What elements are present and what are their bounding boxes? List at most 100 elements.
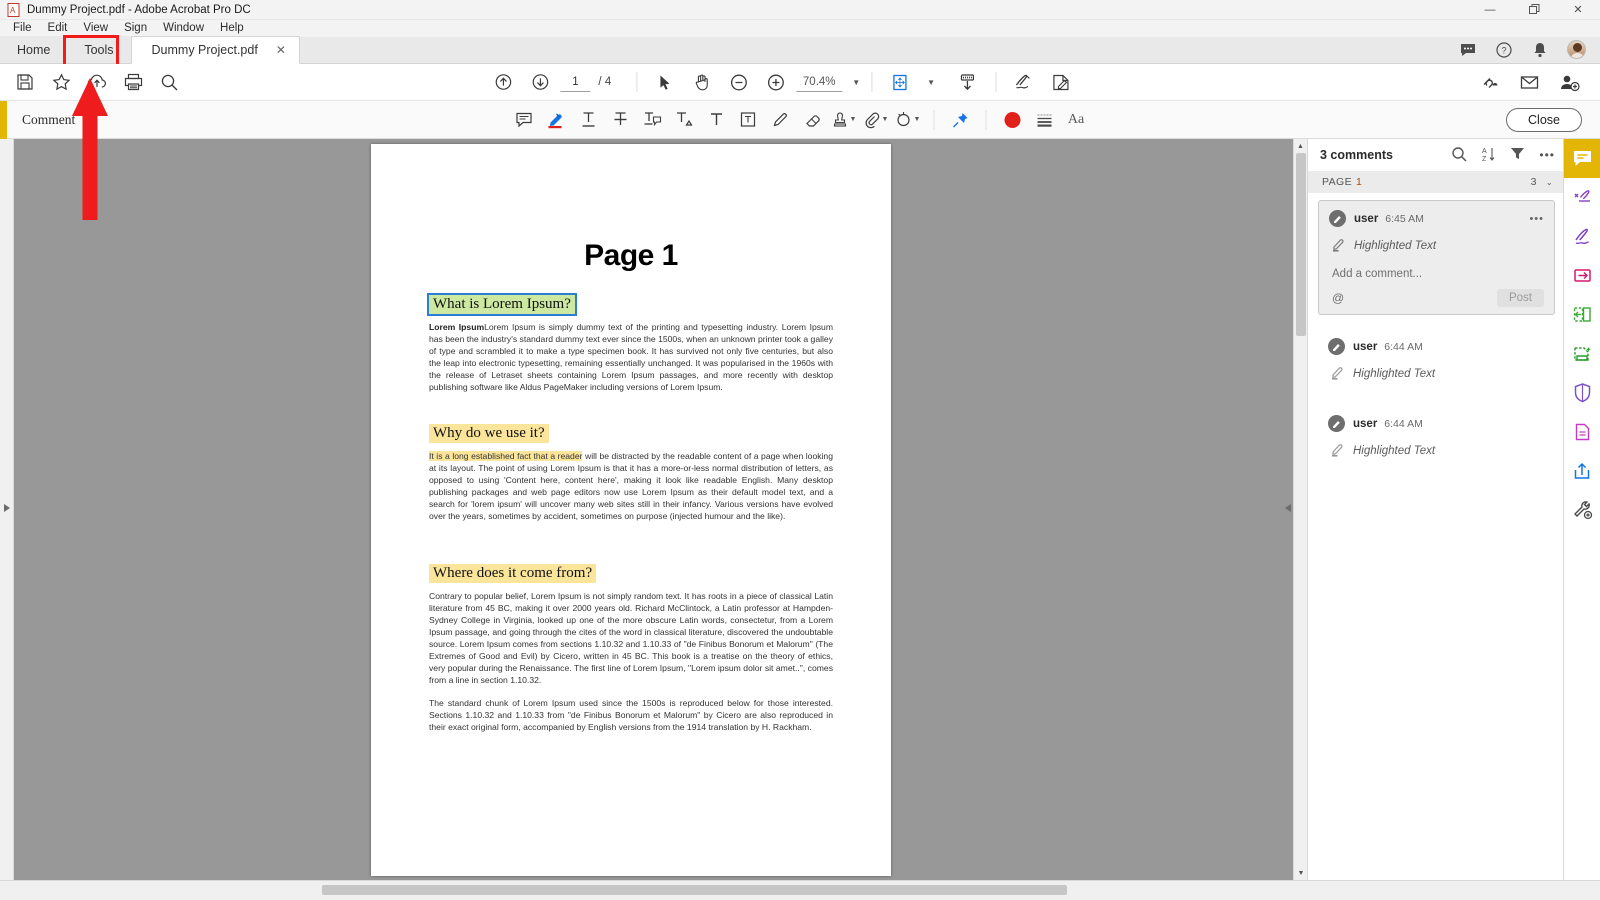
email-icon[interactable]: [1512, 67, 1546, 97]
comment-card[interactable]: user 6:44 AM Highlighted Text: [1318, 406, 1555, 467]
add-comment-input[interactable]: Add a comment...: [1329, 268, 1544, 280]
sidebar-item-create-pdf[interactable]: [1564, 334, 1600, 373]
sidebar-item-share-file[interactable]: [1564, 451, 1600, 490]
sort-az-icon[interactable]: AZ: [1481, 146, 1496, 165]
comment-card[interactable]: user 6:44 AM Highlighted Text: [1318, 329, 1555, 390]
highlighted-lead-text[interactable]: It is a long established fact that a rea…: [429, 450, 583, 461]
sidebar-item-protect[interactable]: [1564, 373, 1600, 412]
restore-button[interactable]: [1512, 0, 1556, 20]
cloud-upload-icon[interactable]: [80, 67, 114, 97]
expand-right-pane-icon[interactable]: [1285, 504, 1291, 512]
sign-icon[interactable]: [1007, 67, 1041, 97]
add-person-icon[interactable]: [1552, 67, 1586, 97]
sticky-note-icon[interactable]: [510, 106, 539, 134]
chat-icon[interactable]: [1459, 41, 1477, 59]
attach-caret[interactable]: ▼: [882, 116, 889, 123]
close-window-button[interactable]: ✕: [1556, 0, 1600, 20]
print-icon[interactable]: [116, 67, 150, 97]
document-vertical-scrollbar[interactable]: ▲ ▼: [1293, 139, 1307, 880]
draw-freehand-icon[interactable]: [766, 106, 795, 134]
comments-page-group-row[interactable]: PAGE 1 3 ⌄: [1308, 171, 1563, 193]
hand-tool-icon[interactable]: [685, 67, 719, 97]
previous-page-icon[interactable]: [486, 67, 520, 97]
close-comment-button[interactable]: Close: [1506, 107, 1582, 132]
comment-more-options-icon[interactable]: •••: [1529, 213, 1544, 225]
search-icon[interactable]: [152, 67, 186, 97]
pin-icon[interactable]: [946, 106, 975, 134]
zoom-level-input[interactable]: 70.4%: [796, 73, 843, 92]
minimize-button[interactable]: —: [1468, 0, 1512, 20]
avatar[interactable]: [1567, 40, 1586, 59]
select-tool-icon[interactable]: [648, 67, 682, 97]
heading-where-does-it-come-from[interactable]: Where does it come from?: [429, 563, 597, 583]
fit-page-dropdown-caret[interactable]: ▼: [927, 78, 935, 87]
next-page-icon[interactable]: [523, 67, 557, 97]
sidebar-item-compress-pdf[interactable]: [1564, 412, 1600, 451]
scroll-mode-icon[interactable]: [950, 67, 984, 97]
comment-card-active[interactable]: user 6:45 AM ••• Highlighted Text Add a …: [1318, 200, 1555, 315]
comment-timestamp: 6:44 AM: [1384, 340, 1423, 353]
color-swatch-icon[interactable]: [998, 106, 1027, 134]
replace-text-icon[interactable]: [638, 106, 667, 134]
tab-home[interactable]: Home: [0, 36, 68, 63]
scroll-up-arrow[interactable]: ▲: [1294, 139, 1307, 153]
menu-file[interactable]: File: [5, 20, 40, 37]
sidebar-item-edit-pdf[interactable]: [1564, 178, 1600, 217]
menu-view[interactable]: View: [75, 20, 116, 37]
sidebar-item-organize-pages[interactable]: [1564, 295, 1600, 334]
document-view-area[interactable]: Page 1 What is Lorem Ipsum? Lorem IpsumL…: [14, 139, 1307, 880]
text-box-icon[interactable]: [734, 106, 763, 134]
menu-sign[interactable]: Sign: [116, 20, 155, 37]
mention-icon[interactable]: @: [1329, 291, 1344, 305]
tab-document[interactable]: Dummy Project.pdf ✕: [130, 36, 300, 64]
share-link-icon[interactable]: [1472, 67, 1506, 97]
zoom-dropdown-caret[interactable]: ▼: [852, 78, 860, 87]
heading-why-do-we-use-it[interactable]: Why do we use it?: [429, 423, 549, 443]
save-icon[interactable]: [8, 67, 42, 97]
sidebar-item-comment[interactable]: [1563, 139, 1600, 178]
help-icon[interactable]: ?: [1495, 41, 1513, 59]
sidebar-item-more-tools[interactable]: [1564, 490, 1600, 529]
eraser-icon[interactable]: [798, 106, 827, 134]
add-audio-icon[interactable]: ▼: [894, 106, 923, 134]
sidebar-item-export-pdf[interactable]: [1564, 256, 1600, 295]
comments-panel-header: 3 comments AZ •••: [1308, 139, 1563, 171]
line-thickness-icon[interactable]: [1030, 106, 1059, 134]
page-number-input[interactable]: 1: [560, 73, 591, 92]
horizontal-scrollbar[interactable]: [0, 880, 1600, 900]
stamp-caret[interactable]: ▼: [850, 116, 857, 123]
more-options-icon[interactable]: •••: [1539, 148, 1555, 162]
left-navigation-rail[interactable]: [0, 139, 14, 880]
search-comments-icon[interactable]: [1451, 146, 1467, 165]
insert-text-icon[interactable]: [670, 106, 699, 134]
audio-caret[interactable]: ▼: [914, 116, 921, 123]
edit-pdf-icon[interactable]: [1044, 67, 1078, 97]
zoom-in-icon[interactable]: [759, 67, 793, 97]
expand-navigation-pane-icon[interactable]: [4, 504, 10, 512]
post-comment-button[interactable]: Post: [1496, 289, 1544, 307]
menu-help[interactable]: Help: [212, 20, 252, 37]
font-size-icon[interactable]: Aa: [1062, 106, 1091, 134]
star-icon[interactable]: [44, 67, 78, 97]
scroll-down-arrow[interactable]: ▼: [1294, 866, 1307, 880]
stamp-icon[interactable]: ▼: [830, 106, 859, 134]
scrollbar-thumb[interactable]: [1296, 153, 1306, 336]
filter-comments-icon[interactable]: [1510, 146, 1525, 164]
close-tab-icon[interactable]: ✕: [276, 43, 286, 57]
sidebar-item-fill-and-sign[interactable]: [1564, 217, 1600, 256]
tab-tools[interactable]: Tools: [67, 36, 131, 63]
heading-what-is-lorem-ipsum[interactable]: What is Lorem Ipsum?: [427, 293, 577, 316]
strikethrough-text-icon[interactable]: [606, 106, 635, 134]
bell-icon[interactable]: [1531, 41, 1549, 59]
chevron-down-icon[interactable]: ⌄: [1546, 178, 1553, 187]
fit-page-icon[interactable]: [883, 67, 917, 97]
highlighter-icon[interactable]: [542, 106, 571, 134]
underline-text-icon[interactable]: [574, 106, 603, 134]
attach-file-icon[interactable]: ▼: [862, 106, 891, 134]
add-text-comment-icon[interactable]: [702, 106, 731, 134]
horizontal-scrollbar-thumb[interactable]: [322, 885, 1067, 895]
menu-edit[interactable]: Edit: [40, 20, 76, 37]
comment-timestamp: 6:45 AM: [1385, 212, 1424, 225]
zoom-out-icon[interactable]: [722, 67, 756, 97]
menu-window[interactable]: Window: [155, 20, 212, 37]
